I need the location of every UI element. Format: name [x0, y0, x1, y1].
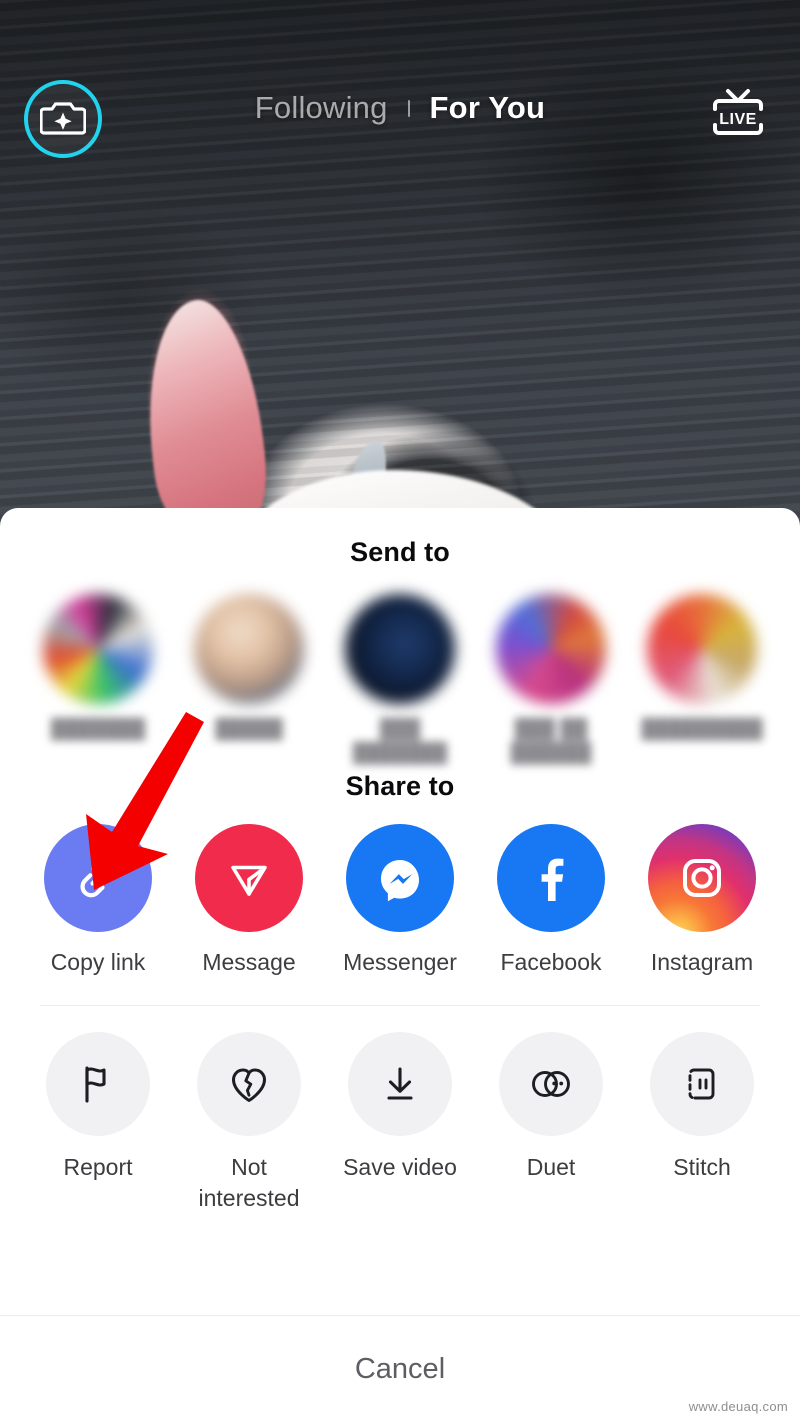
share-item-facebook[interactable]: Facebook [483, 824, 619, 976]
avatar [345, 594, 455, 704]
share-item-label: Facebook [500, 949, 602, 976]
action-item-not-interested[interactable]: Not interested [181, 1032, 317, 1213]
send-to-title: Send to [350, 537, 450, 567]
action-item-report[interactable]: Report [30, 1032, 166, 1213]
instagram-camera-icon [648, 824, 756, 933]
tab-for-you[interactable]: For You [424, 90, 552, 126]
contact-item[interactable]: █████████ [634, 594, 770, 765]
avatar [194, 594, 304, 704]
send-to-contact-row: ███████ █████ ███ ███████ ███ ██ ██████ … [0, 594, 800, 765]
share-item-message[interactable]: Message [181, 824, 317, 976]
avatar [647, 594, 757, 704]
feed-tabs: Following For You [0, 90, 800, 126]
contact-item[interactable]: ███ ███████ [332, 594, 468, 765]
paper-plane-icon [195, 824, 303, 933]
share-bottom-sheet: Send to ███████ █████ ███ ███████ ███ ██… [0, 508, 800, 1422]
live-button[interactable]: LIVE [704, 86, 772, 152]
action-label: Report [63, 1154, 133, 1181]
tab-following[interactable]: Following [249, 90, 394, 126]
tiktok-screen: Following For You LIVE Send to ███████ █… [0, 0, 800, 1422]
live-tv-icon: LIVE [707, 87, 769, 152]
share-item-label: Instagram [650, 949, 754, 976]
avatar [496, 594, 606, 704]
share-item-messenger[interactable]: Messenger [332, 824, 468, 976]
flag-icon [46, 1032, 150, 1137]
share-item-copy-link[interactable]: Copy link [30, 824, 166, 976]
facebook-f-icon [497, 824, 605, 933]
contact-item[interactable]: ███ ██ ██████ [483, 594, 619, 765]
action-item-save-video[interactable]: Save video [332, 1032, 468, 1213]
action-item-stitch[interactable]: Stitch [634, 1032, 770, 1213]
contact-item[interactable]: ███████ [30, 594, 166, 765]
messenger-bolt-icon [346, 824, 454, 933]
contact-name: █████████ [641, 719, 763, 740]
sheet-divider [40, 1005, 760, 1007]
link-chain-icon [44, 824, 152, 933]
contact-name: ███ ███████ [352, 719, 448, 764]
avatar [43, 594, 153, 704]
action-label: Stitch [673, 1154, 731, 1181]
broken-heart-icon [197, 1032, 301, 1137]
share-item-label: Copy link [50, 949, 146, 976]
download-icon [348, 1032, 452, 1137]
share-item-label: Messenger [343, 949, 457, 976]
action-label: Not interested [198, 1154, 300, 1211]
action-row: Report Not interested Save video Duet St… [0, 1032, 800, 1213]
svg-text:LIVE: LIVE [719, 111, 757, 128]
cancel-button[interactable]: Cancel [0, 1316, 800, 1422]
tab-separator [407, 99, 410, 117]
share-to-app-row: Copy link Message Messenger Facebook Ins… [0, 824, 800, 976]
stitch-frame-icon [650, 1032, 754, 1137]
top-navigation-bar: Following For You LIVE [0, 0, 800, 185]
contact-name: █████ [215, 719, 283, 740]
share-item-label: Message [202, 949, 296, 976]
duet-circles-icon [499, 1032, 603, 1137]
action-item-duet[interactable]: Duet [483, 1032, 619, 1213]
contact-name: ███████ [50, 719, 146, 740]
site-watermark: www.deuaq.com [688, 1399, 788, 1414]
action-label: Save video [343, 1154, 457, 1181]
share-to-title: Share to [345, 771, 455, 802]
share-item-instagram[interactable]: Instagram [634, 824, 770, 976]
contact-name: ███ ██ ██████ [510, 719, 592, 764]
contact-item[interactable]: █████ [181, 594, 317, 765]
action-label: Duet [526, 1154, 576, 1181]
